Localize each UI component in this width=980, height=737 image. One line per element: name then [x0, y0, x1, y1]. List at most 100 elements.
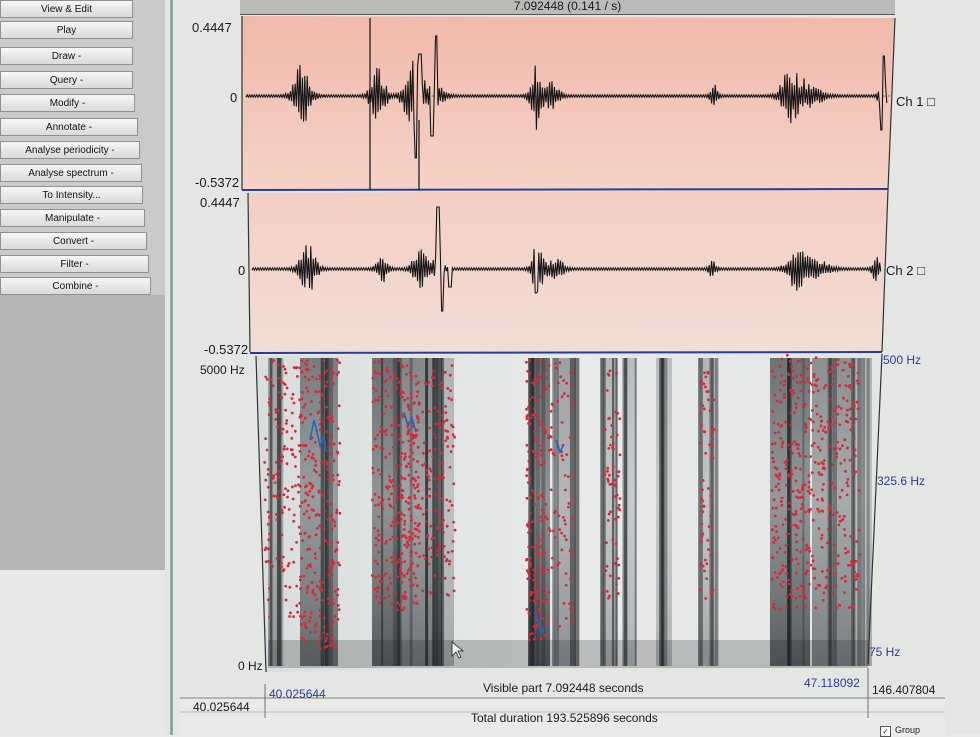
formant-point	[820, 537, 823, 540]
formant-point	[292, 401, 296, 405]
formant-point	[537, 373, 541, 377]
formant-point	[782, 379, 786, 383]
formant-point	[618, 453, 622, 457]
formant-point	[414, 551, 418, 555]
formant-point	[376, 538, 380, 542]
visible-part-label[interactable]: Visible part 7.092448 seconds	[483, 681, 644, 695]
group-label: Group	[895, 725, 921, 735]
channel-2-panel[interactable]	[247, 189, 889, 354]
formant-point	[546, 615, 550, 619]
formant-point	[315, 377, 318, 381]
formant-point	[280, 533, 284, 537]
formant-point	[821, 598, 825, 602]
formant-point	[326, 597, 330, 600]
formant-point	[452, 576, 455, 580]
formant-point	[317, 390, 321, 393]
formant-point	[809, 418, 813, 421]
formant-point	[310, 400, 313, 403]
formant-point	[421, 512, 425, 516]
formant-point	[371, 400, 375, 404]
editor-canvas[interactable]	[0, 0, 980, 735]
formant-point	[839, 462, 843, 465]
formant-point	[314, 390, 318, 394]
formant-point	[790, 489, 794, 493]
formant-point	[410, 396, 414, 399]
formant-point	[556, 381, 560, 385]
formant-point	[847, 606, 851, 609]
formant-point	[609, 510, 612, 514]
channel-2-mute-toggle[interactable]: Ch 2 □	[886, 263, 925, 278]
formant-point	[794, 466, 797, 470]
formant-point	[282, 447, 286, 451]
formant-point	[446, 445, 450, 448]
formant-point	[298, 484, 302, 488]
formant-point	[306, 389, 310, 393]
formant-point	[377, 360, 381, 363]
formant-point	[811, 554, 814, 558]
formant-point	[830, 423, 833, 426]
formant-point	[852, 364, 856, 367]
formant-point	[323, 538, 326, 541]
formant-point	[409, 448, 412, 452]
formant-point	[419, 507, 422, 510]
formant-point	[383, 596, 387, 600]
formant-point	[790, 442, 794, 446]
formant-point	[852, 436, 856, 440]
formant-point	[806, 561, 809, 565]
formant-point	[788, 359, 792, 363]
formant-point	[376, 433, 380, 437]
formant-point	[844, 579, 847, 583]
spectrogram-panel[interactable]	[255, 353, 883, 673]
formant-point	[330, 564, 334, 568]
formant-point	[412, 477, 416, 481]
formant-point	[381, 507, 385, 511]
formant-point	[379, 595, 383, 599]
formant-point	[388, 475, 391, 478]
formant-point	[371, 466, 375, 470]
formant-point	[856, 573, 860, 577]
formant-point	[848, 384, 852, 387]
formant-point	[779, 424, 783, 428]
formant-point	[815, 379, 818, 382]
formant-point	[607, 417, 611, 420]
formant-point	[325, 405, 328, 409]
formant-point	[702, 407, 706, 411]
formant-point	[531, 449, 535, 453]
formant-point	[407, 496, 411, 500]
formant-point	[827, 527, 830, 531]
formant-point	[845, 408, 849, 412]
formant-point	[407, 408, 411, 411]
formant-point	[825, 584, 829, 588]
formant-point	[438, 510, 441, 514]
formant-point	[795, 375, 799, 378]
formant-point	[832, 562, 836, 566]
formant-point	[543, 633, 546, 637]
formant-point	[405, 372, 408, 376]
formant-point	[377, 574, 381, 578]
formant-point	[549, 488, 553, 492]
total-duration-label[interactable]: Total duration 193.525896 seconds	[471, 711, 658, 725]
formant-point	[529, 511, 532, 515]
formant-point	[844, 470, 847, 473]
formant-point	[400, 395, 404, 399]
formant-point	[613, 483, 617, 487]
formant-point	[377, 534, 381, 537]
formant-point	[371, 376, 375, 380]
formant-point	[430, 376, 434, 379]
formant-point	[800, 495, 804, 499]
channel-1-panel[interactable]	[241, 16, 896, 191]
formant-point	[706, 539, 710, 542]
formant-point	[711, 437, 715, 440]
formant-point	[319, 418, 323, 422]
formant-point	[437, 422, 440, 426]
formant-point	[305, 591, 309, 595]
group-checkbox[interactable]: ✓	[880, 726, 891, 737]
formant-point	[335, 511, 339, 515]
channel-1-mute-toggle[interactable]: Ch 1 □	[896, 94, 935, 109]
formant-point	[443, 576, 447, 580]
formant-point	[401, 608, 405, 612]
formant-point	[387, 497, 391, 501]
formant-point	[329, 434, 333, 438]
formant-point	[331, 474, 335, 477]
formant-point	[560, 548, 564, 552]
